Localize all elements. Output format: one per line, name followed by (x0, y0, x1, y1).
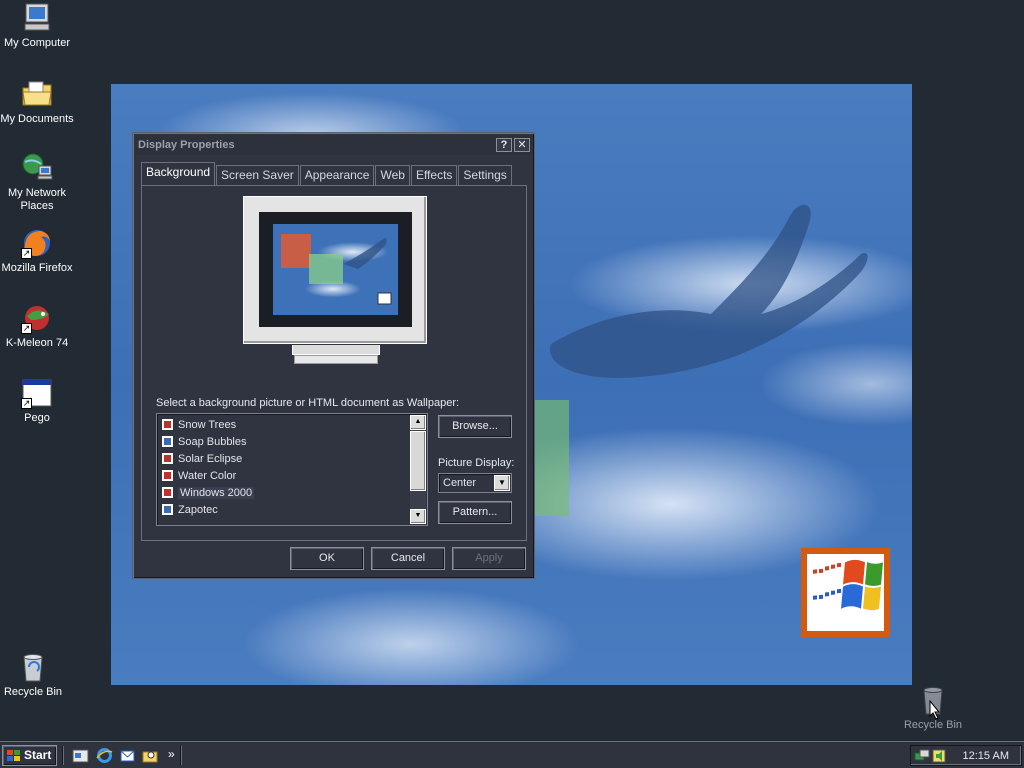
list-item-label: Snow Trees (178, 418, 237, 431)
taskbar-separator (180, 746, 182, 765)
desktop-icon-label: Pego (24, 412, 50, 424)
tab-effects[interactable]: Effects (410, 165, 458, 185)
desktop-icon-label: My Documents (0, 113, 74, 125)
monitor-screen (259, 212, 412, 327)
list-item-label: Soap Bubbles (178, 435, 247, 448)
close-button[interactable]: ✕ (514, 138, 530, 152)
html-doc-icon (161, 469, 174, 482)
desktop-icon-label: Mozilla Firefox (1, 262, 73, 274)
start-button[interactable]: Start (2, 745, 57, 766)
desktop-icon-label: Recycle Bin (3, 686, 63, 698)
diver-silhouette (550, 204, 868, 378)
list-item[interactable]: Solar Eclipse (159, 450, 409, 467)
computer-icon (21, 2, 53, 34)
html-doc-icon (161, 418, 174, 431)
search-folder-icon[interactable] (142, 747, 159, 764)
firefox-icon: ↗ (21, 227, 53, 259)
taskbar-separator (62, 746, 64, 765)
documents-folder-icon (21, 78, 53, 110)
scroll-down-icon[interactable]: ▼ (410, 509, 426, 524)
picture-icon (161, 435, 174, 448)
windows-flag-icon (813, 559, 883, 611)
monitor-stand (292, 345, 380, 355)
monitor-preview (243, 196, 427, 364)
list-item-label: Zapotec (178, 503, 218, 516)
shortcut-arrow-icon: ↗ (21, 323, 32, 334)
windows-logo-badge (801, 548, 890, 637)
list-item-label: Solar Eclipse (178, 452, 243, 465)
background-tab-panel: Select a background picture or HTML docu… (141, 185, 527, 541)
list-item-label: Windows 2000 (178, 486, 255, 499)
picture-display-label: Picture Display: (438, 457, 515, 469)
apply-button[interactable]: Apply (452, 547, 526, 570)
tab-web[interactable]: Web (375, 165, 410, 185)
outlook-express-icon[interactable] (119, 747, 136, 764)
shortcut-arrow-icon: ↗ (21, 398, 32, 409)
cancel-button[interactable]: Cancel (371, 547, 445, 570)
start-label: Start (24, 748, 52, 762)
html-doc-icon (161, 452, 174, 465)
list-item-selected[interactable]: Windows 2000 (159, 484, 409, 501)
scrollbar-thumb[interactable] (410, 431, 426, 491)
desktop-icon-label: My Computer (3, 37, 71, 49)
ok-button[interactable]: OK (290, 547, 364, 570)
picture-icon (161, 503, 174, 516)
wallpaper-green-strip (535, 400, 569, 516)
taskbar: Start » 12:15 AM (0, 741, 1024, 768)
list-item[interactable]: Water Color (159, 467, 409, 484)
tab-settings[interactable]: Settings (458, 165, 512, 185)
display-properties-dialog: Display Properties ? ✕ Background Screen… (132, 132, 535, 579)
tab-appearance[interactable]: Appearance (299, 165, 375, 185)
list-item-label: Water Color (178, 469, 237, 482)
show-desktop-icon[interactable] (72, 747, 89, 764)
desktop-icon-my-documents[interactable]: My Documents (0, 78, 74, 126)
desktop-icon-my-network-places[interactable]: My Network Places (0, 152, 74, 213)
help-button[interactable]: ? (496, 138, 512, 152)
tab-strip: Background Screen Saver Appearance Web E… (141, 162, 513, 185)
desktop-icon-label: My Network Places (7, 187, 67, 212)
internet-explorer-icon[interactable] (96, 747, 113, 764)
html-doc-icon (161, 486, 174, 499)
tab-screen-saver[interactable]: Screen Saver (216, 165, 299, 185)
system-tray: 12:15 AM (910, 745, 1022, 766)
chevron-down-icon[interactable]: ▼ (494, 475, 510, 491)
listbox-scrollbar[interactable]: ▲ ▼ (410, 415, 426, 524)
desktop-icon-label: Recycle Bin (903, 719, 963, 731)
clock[interactable]: 12:15 AM (963, 750, 1009, 762)
picture-display-select[interactable]: Center ▼ (438, 473, 512, 493)
windows-flag-icon (7, 750, 20, 761)
picture-display-value: Center (443, 477, 477, 489)
dialog-title: Display Properties (138, 139, 235, 151)
list-item[interactable]: Zapotec (159, 501, 409, 518)
browse-button[interactable]: Browse... (438, 415, 512, 438)
application-window-icon: ↗ (21, 377, 53, 409)
desktop-icon-my-computer[interactable]: My Computer (0, 2, 74, 50)
shortcut-arrow-icon: ↗ (21, 248, 32, 259)
dialog-titlebar[interactable]: Display Properties ? ✕ (135, 135, 532, 155)
k-meleon-icon: ↗ (21, 302, 53, 334)
pattern-button[interactable]: Pattern... (438, 501, 512, 524)
tab-background[interactable]: Background (141, 162, 216, 185)
desktop-icon-label: K-Meleon 74 (5, 337, 69, 349)
network-places-icon (21, 152, 53, 184)
list-item[interactable]: Soap Bubbles (159, 433, 409, 450)
list-item[interactable]: Snow Trees (159, 416, 409, 433)
mouse-cursor-icon (929, 700, 941, 720)
wallpaper-list-label: Select a background picture or HTML docu… (156, 397, 460, 409)
quick-launch-overflow-icon[interactable]: » (168, 747, 175, 761)
recycle-bin-icon (17, 651, 49, 683)
wallpaper-listbox[interactable]: Snow Trees Soap Bubbles Solar Eclipse Wa… (156, 413, 428, 526)
volume-tray-icon[interactable] (931, 748, 947, 764)
monitor-base (294, 355, 378, 364)
desktop-icon-k-meleon[interactable]: ↗ K-Meleon 74 (0, 302, 74, 350)
desktop-icon-recycle-bin[interactable]: Recycle Bin (0, 651, 70, 699)
wallpaper-preview-image (273, 224, 398, 315)
desktop-icon-mozilla-firefox[interactable]: ↗ Mozilla Firefox (0, 227, 74, 275)
scroll-up-icon[interactable]: ▲ (410, 415, 426, 430)
network-tray-icon[interactable] (914, 748, 930, 764)
desktop-icon-pego[interactable]: ↗ Pego (0, 377, 74, 425)
